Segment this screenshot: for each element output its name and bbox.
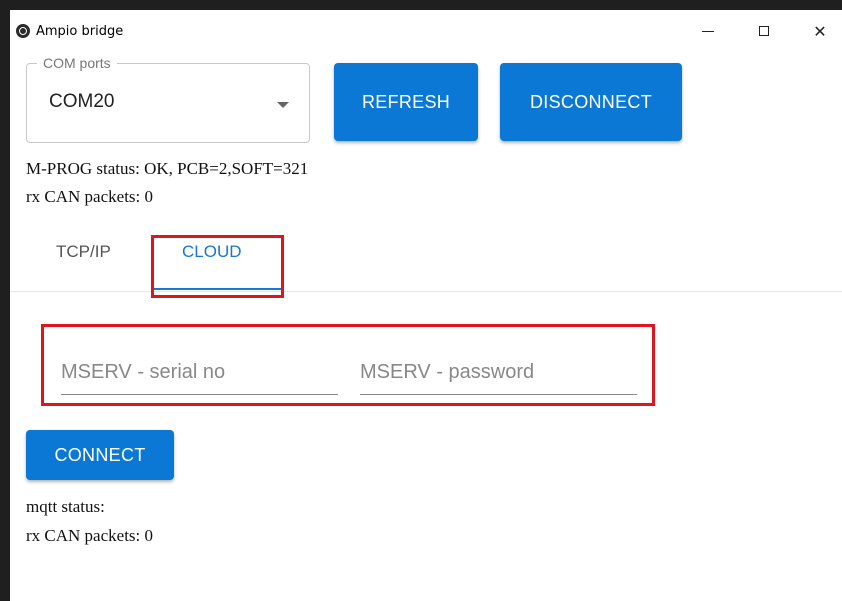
com-port-select[interactable]: COM ports COM20 <box>26 55 310 143</box>
title-bar: Ampio bridge ✕ <box>10 10 842 52</box>
maximize-icon <box>759 26 769 36</box>
minimize-button[interactable] <box>688 18 728 44</box>
rx-can-packets-cloud-text: rx CAN packets: 0 <box>26 526 154 545</box>
disconnect-button[interactable]: DISCONNECT <box>500 63 682 141</box>
maximize-button[interactable] <box>744 18 784 44</box>
tabs-divider <box>10 291 842 292</box>
close-button[interactable]: ✕ <box>800 18 840 44</box>
ampio-app-icon <box>16 24 30 38</box>
window-title: Ampio bridge <box>36 24 124 39</box>
app-window: Ampio bridge ✕ COM ports COM20 REFRESH D… <box>10 10 842 601</box>
refresh-button[interactable]: REFRESH <box>334 63 478 141</box>
rx-can-packets-text: rx CAN packets: 0 <box>26 187 154 206</box>
cloud-tab-highlight <box>151 235 284 298</box>
connect-button[interactable]: CONNECT <box>26 430 174 480</box>
com-ports-legend: COM ports <box>37 55 117 71</box>
com-port-value: COM20 <box>49 91 115 112</box>
mqtt-status-text: mqtt status: <box>26 497 105 516</box>
mprog-status-text: M-PROG status: OK, PCB=2,SOFT=321 <box>26 159 309 178</box>
close-icon: ✕ <box>813 21 827 41</box>
chevron-down-icon[interactable] <box>277 102 289 108</box>
fields-highlight <box>41 324 655 406</box>
tab-tcpip[interactable]: TCP/IP <box>56 242 111 262</box>
minimize-icon <box>702 30 714 32</box>
